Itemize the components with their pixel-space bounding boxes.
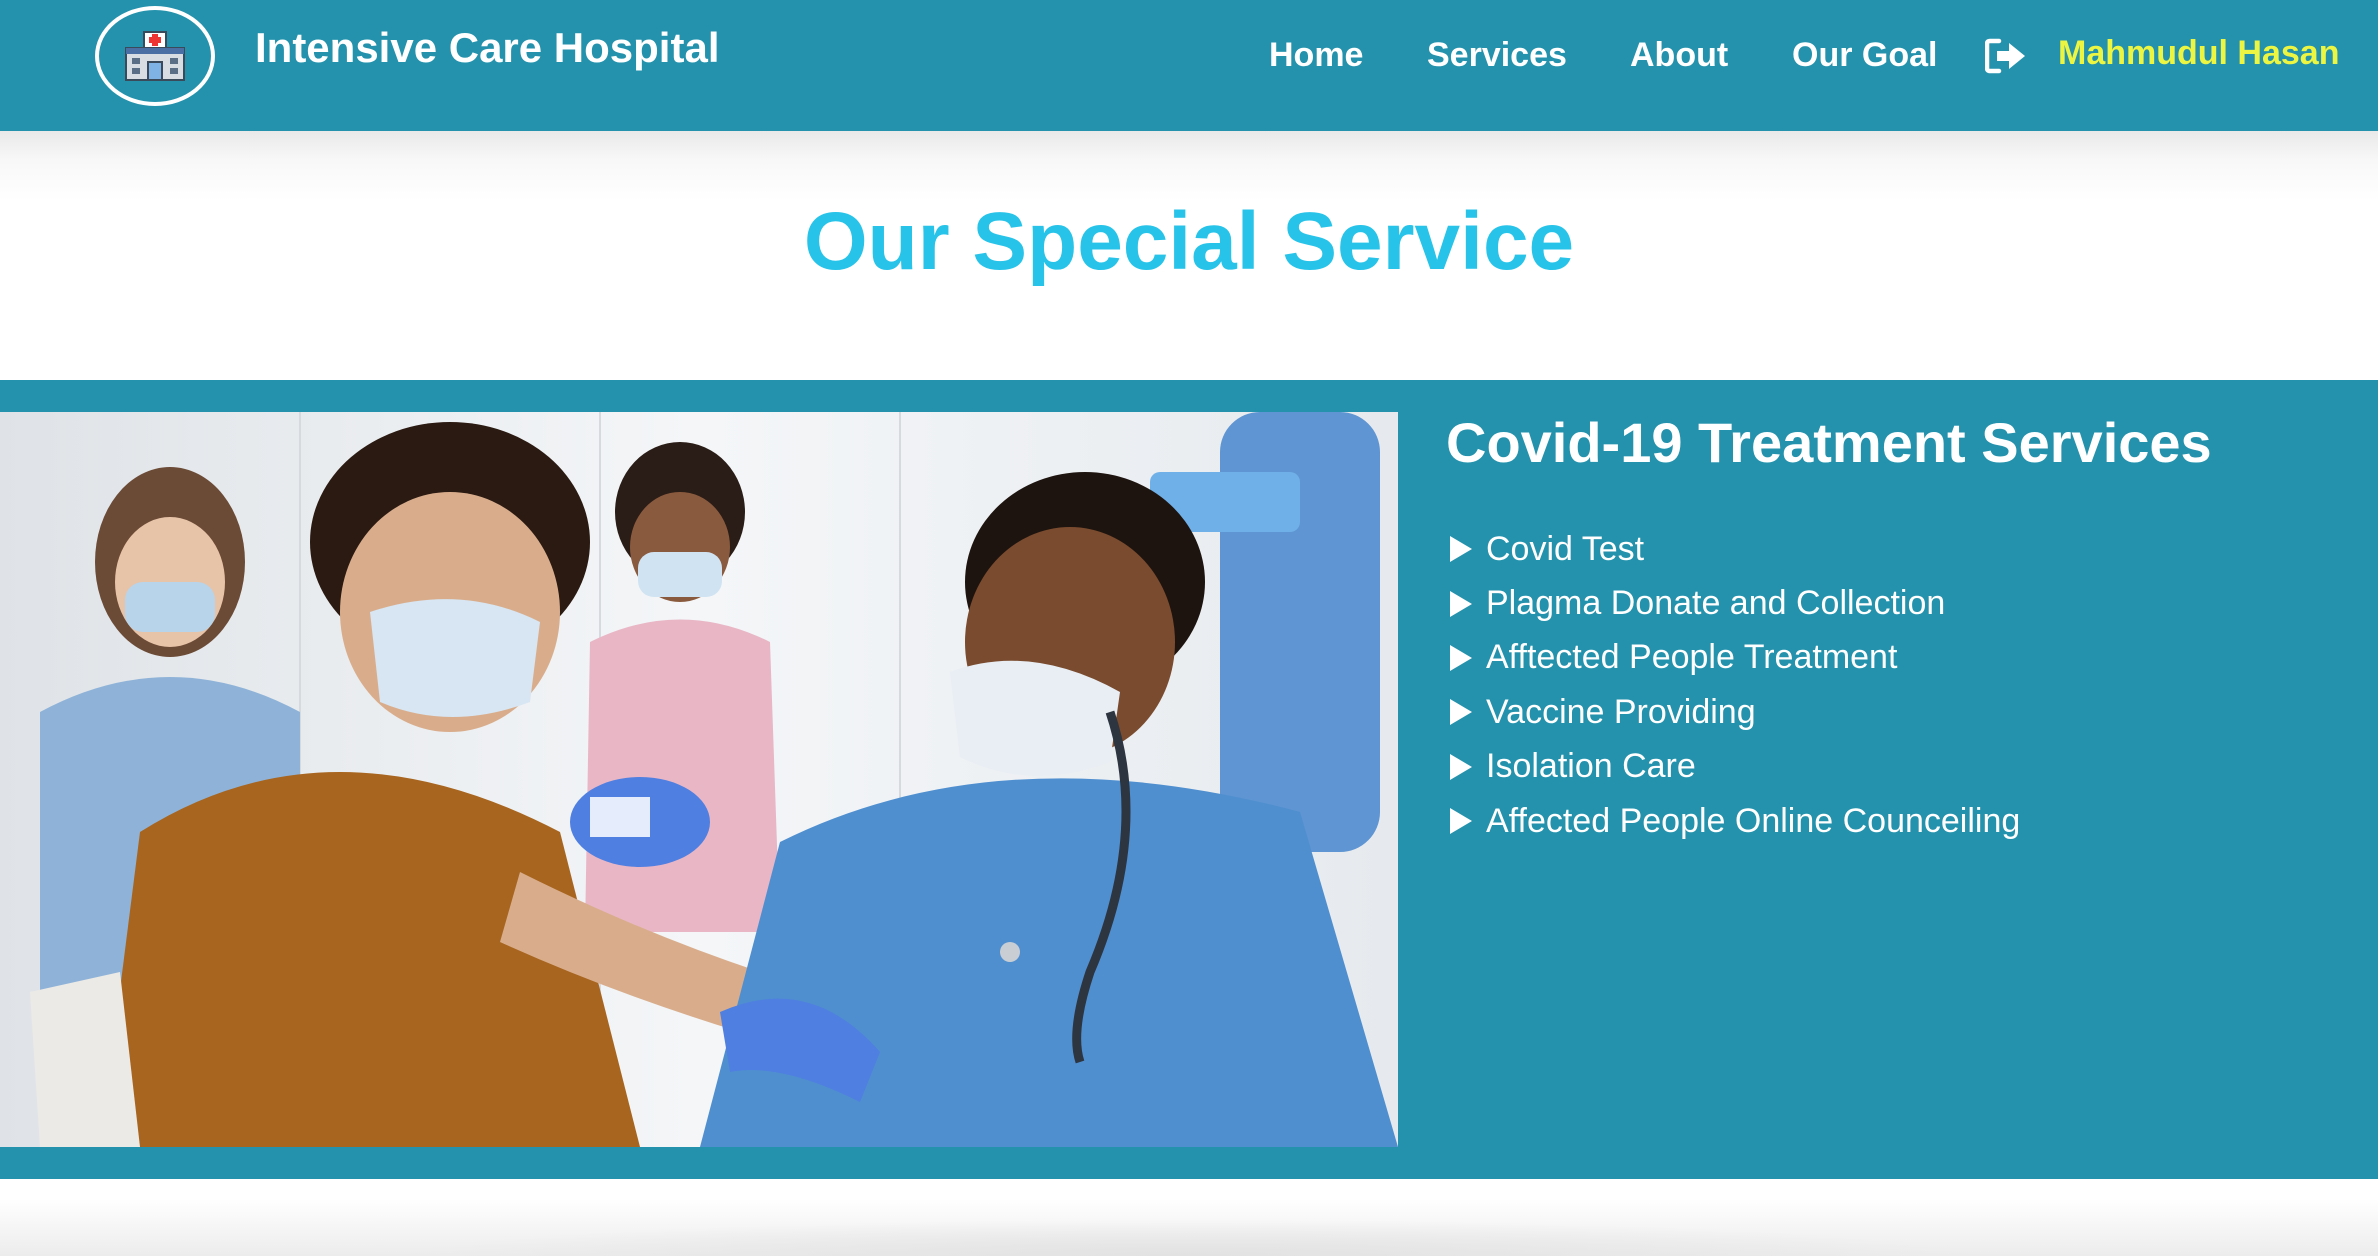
next-section-start [0,1179,2378,1256]
service-item-label: Covid Test [1486,529,1645,568]
play-arrow-icon [1450,590,1472,617]
play-arrow-icon [1450,644,1472,671]
sign-out-icon[interactable] [1985,38,2027,74]
service-item-label: Isolation Care [1486,747,1696,786]
nurse-vaccinating-patient-photo [0,412,1398,1147]
play-arrow-icon [1450,536,1472,563]
user-name[interactable]: Mahmudul Hasan [2058,34,2339,73]
list-item: Affected People Online Counceiling [1446,794,2020,848]
service-item-label: Vaccine Providing [1486,692,1756,731]
service-section: Covid-19 Treatment Services Covid Test P… [0,380,2378,1179]
top-navbar: Intensive Care Hospital Home Services Ab… [0,0,2378,131]
nav-link-home[interactable]: Home [1269,36,1363,75]
nav-link-about[interactable]: About [1630,36,1728,75]
service-item-label: Afftected People Treatment [1486,638,1898,677]
list-item: Afftected People Treatment [1446,631,2020,685]
service-heading: Covid-19 Treatment Services [1446,411,2212,474]
play-arrow-icon [1450,699,1472,726]
service-item-label: Affected People Online Counceiling [1486,801,2021,840]
service-list: Covid Test Plagma Donate and Collection … [1446,522,2020,848]
card-shadow [400,1219,1980,1256]
nav-link-our-goal[interactable]: Our Goal [1792,36,1937,75]
list-item: Vaccine Providing [1446,685,2020,739]
page-title: Our Special Service [803,196,1575,287]
hospital-logo[interactable] [95,6,215,106]
list-item: Isolation Care [1446,740,2020,794]
play-arrow-icon [1450,753,1472,780]
list-item: Plagma Donate and Collection [1446,576,2020,630]
list-item: Covid Test [1446,522,2020,576]
service-item-label: Plagma Donate and Collection [1486,584,1946,623]
brand-title[interactable]: Intensive Care Hospital [255,24,719,72]
play-arrow-icon [1450,808,1472,835]
title-section: Our Special Service [0,131,2378,380]
hospital-icon [125,31,185,81]
nav-link-services[interactable]: Services [1427,36,1567,75]
service-photo-illustration [0,412,1398,1147]
